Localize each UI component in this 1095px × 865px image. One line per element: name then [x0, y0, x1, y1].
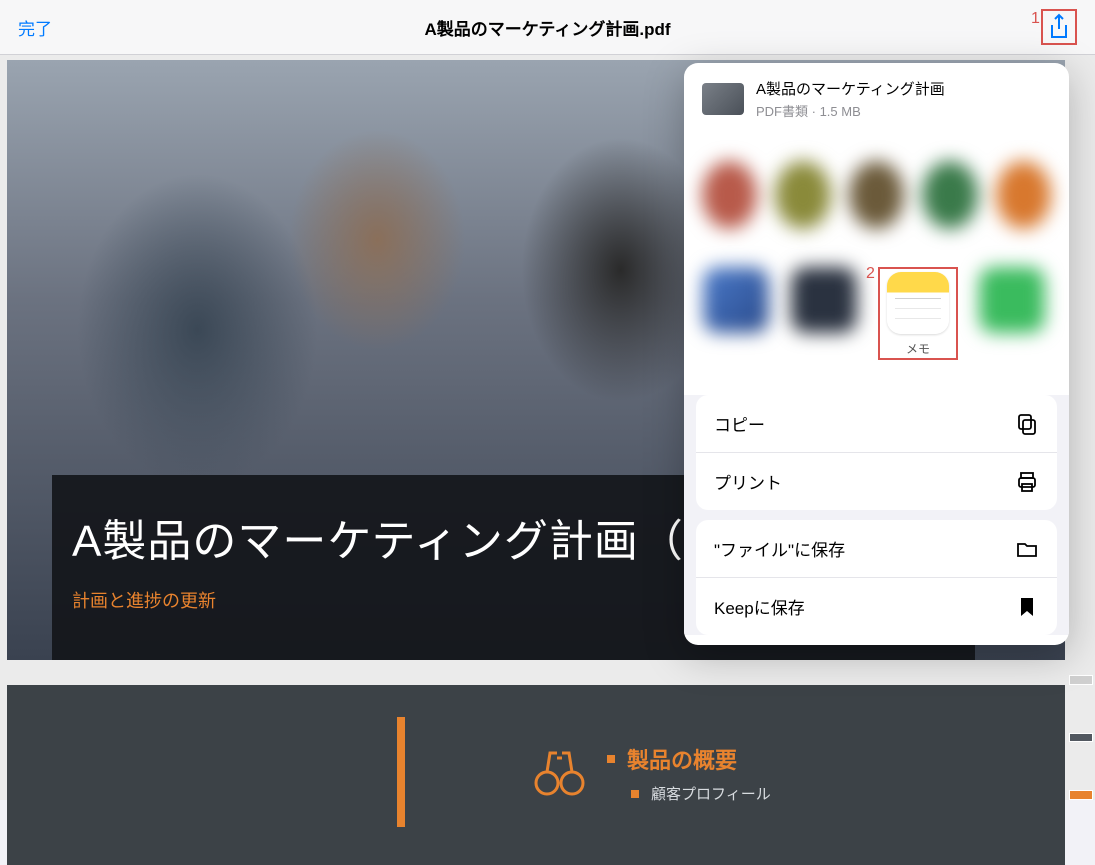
binoculars-icon [532, 743, 587, 803]
thumbnail[interactable] [1069, 790, 1093, 800]
share-app-label: メモ [906, 340, 930, 357]
contact-avatar[interactable] [775, 161, 830, 229]
share-app[interactable] [790, 267, 858, 333]
action-save-to-files[interactable]: "ファイル"に保存 [696, 520, 1057, 578]
print-icon [1015, 470, 1039, 494]
slide-2-accent-bar [397, 717, 405, 827]
thumbnail-strip [1069, 60, 1093, 800]
annotation-2: 2 [866, 265, 875, 283]
notes-icon [887, 272, 949, 334]
thumbnail[interactable] [1069, 733, 1093, 743]
action-save-to-keep[interactable]: Keepに保存 [696, 578, 1057, 635]
share-app[interactable] [702, 267, 770, 333]
slide-2-sub: 顧客プロフィール [651, 783, 771, 804]
slide-2-heading: 製品の概要 [627, 743, 737, 775]
contact-avatar[interactable] [702, 161, 757, 229]
action-copy[interactable]: コピー [696, 395, 1057, 453]
document-thumbnail [702, 83, 744, 115]
share-doc-meta: PDF書類 · 1.5 MB [756, 101, 945, 120]
share-sheet-header: A製品のマーケティング計画 PDF書類 · 1.5 MB [684, 63, 1069, 135]
share-app-notes-highlight: 2 メモ [878, 267, 958, 360]
thumbnail[interactable] [1069, 675, 1093, 685]
annotation-1: 1 [1031, 10, 1040, 28]
share-sheet: A製品のマーケティング計画 PDF書類 · 1.5 MB 2 メモ コピー [684, 63, 1069, 645]
folder-icon [1015, 537, 1039, 561]
contact-avatar[interactable] [922, 161, 977, 229]
share-doc-name: A製品のマーケティング計画 [756, 78, 945, 99]
airdrop-contacts-row [684, 135, 1069, 255]
share-actions: コピー プリント "ファイル"に保存 Keepに保存 [684, 395, 1069, 635]
top-toolbar: 完了 A製品のマーケティング計画.pdf 1 [0, 0, 1095, 55]
contact-avatar[interactable] [996, 161, 1051, 229]
share-icon [1047, 13, 1071, 41]
copy-icon [1015, 412, 1039, 436]
slide-2: 製品の概要 顧客プロフィール [7, 685, 1065, 865]
bullet-icon [631, 790, 639, 798]
share-app[interactable] [978, 267, 1046, 333]
share-button[interactable]: 1 [1041, 9, 1077, 45]
done-button[interactable]: 完了 [18, 15, 52, 40]
bullet-icon [607, 755, 615, 763]
action-print[interactable]: プリント [696, 453, 1057, 510]
share-apps-row: 2 メモ [684, 255, 1069, 385]
share-app-notes[interactable]: メモ [884, 272, 952, 357]
slide-2-list: 製品の概要 顧客プロフィール [607, 743, 771, 812]
bookmark-icon [1015, 595, 1039, 619]
contact-avatar[interactable] [849, 161, 904, 229]
document-title: A製品のマーケティング計画.pdf [424, 15, 670, 40]
